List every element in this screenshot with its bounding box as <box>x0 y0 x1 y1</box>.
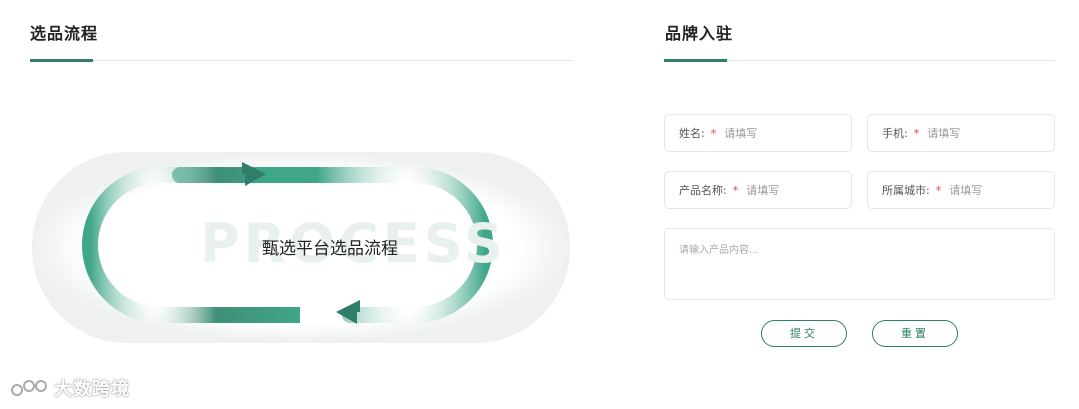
left-section-header: 选品流程 <box>30 20 98 44</box>
watermark-logo-text: 大数跨境 <box>54 379 130 400</box>
city-field[interactable]: 所属城市: * 请填写 <box>867 171 1055 209</box>
required-mark: * <box>732 183 739 197</box>
process-label: 甄选平台选品流程 <box>262 239 398 259</box>
product-content-textarea[interactable]: 请输入产品内容... <box>664 228 1055 300</box>
submit-button[interactable]: 提交 <box>761 320 847 347</box>
city-label: 所属城市: <box>882 184 930 197</box>
phone-placeholder: 请填写 <box>927 127 961 140</box>
name-label: 姓名: <box>679 127 705 140</box>
watermark-logo: 大数跨境 <box>10 375 130 401</box>
content-placeholder: 请输入产品内容... <box>679 245 759 256</box>
divider-left <box>30 60 572 61</box>
section-title-brand-entry: 品牌入驻 <box>665 24 734 43</box>
product-name-field[interactable]: 产品名称: * 请填写 <box>664 171 852 209</box>
phone-field[interactable]: 手机: * 请填写 <box>867 114 1055 152</box>
required-mark: * <box>935 183 942 197</box>
phone-label: 手机: <box>882 127 908 140</box>
name-placeholder: 请填写 <box>724 127 758 140</box>
divider-accent-left <box>30 59 93 62</box>
right-section-header: 品牌入驻 <box>665 20 733 44</box>
name-field[interactable]: 姓名: * 请填写 <box>664 114 852 152</box>
reset-button[interactable]: 重置 <box>872 320 958 347</box>
required-mark: * <box>710 126 717 140</box>
city-placeholder: 请填写 <box>949 184 983 197</box>
process-diagram: PROCESS 甄选平台选品流程 <box>30 150 572 345</box>
product-name-label: 产品名称: <box>679 184 727 197</box>
divider-accent-right <box>664 59 727 62</box>
section-title-process: 选品流程 <box>30 24 99 43</box>
logo-mark-icon <box>11 380 47 396</box>
required-mark: * <box>913 126 920 140</box>
product-name-placeholder: 请填写 <box>746 184 780 197</box>
